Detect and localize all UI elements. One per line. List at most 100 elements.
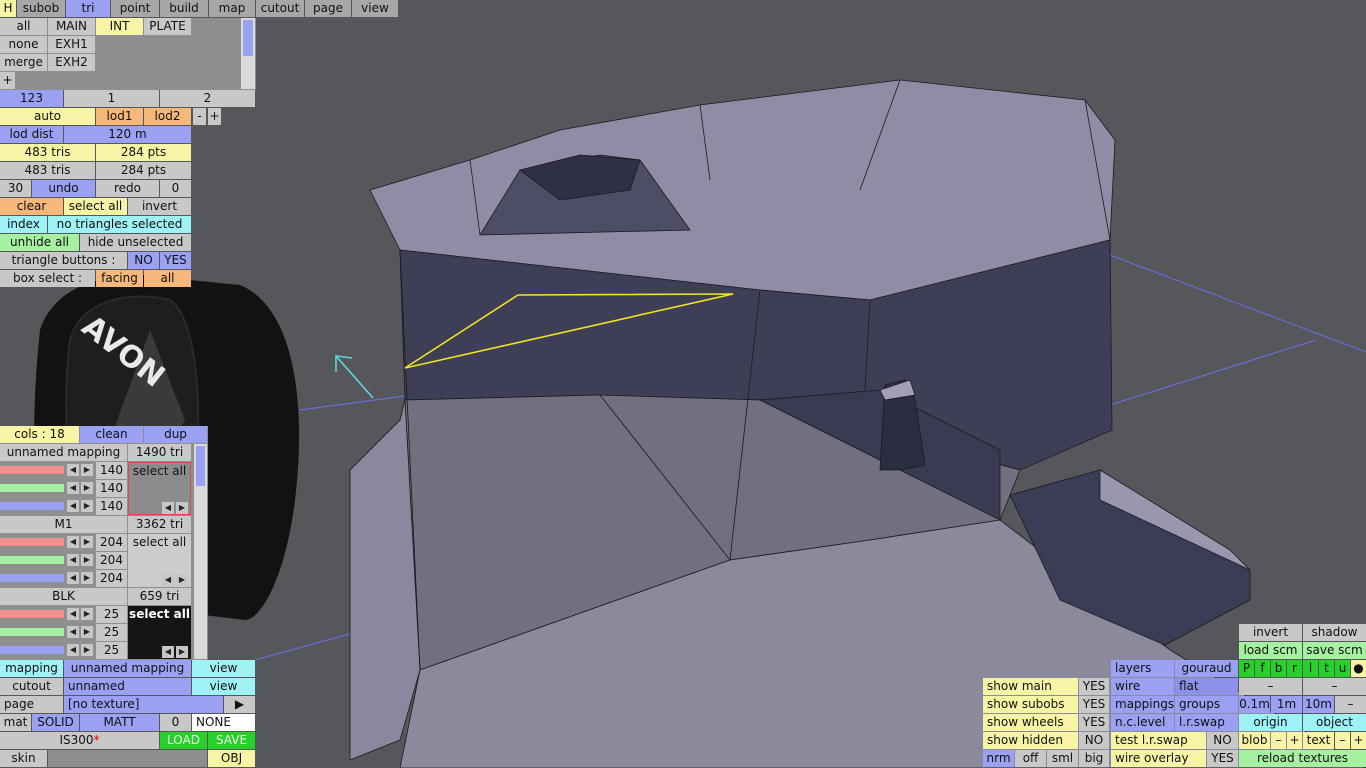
wire-button[interactable]: wire xyxy=(1111,678,1174,695)
save-scm-button[interactable]: save scm xyxy=(1303,642,1366,659)
test-lr-swap-label[interactable]: test l.r.swap xyxy=(1111,732,1206,749)
show-wheels-label[interactable]: show wheels xyxy=(983,714,1078,731)
material-name[interactable]: M1 xyxy=(0,516,127,533)
arrow-left-icon[interactable]: ◀ xyxy=(162,574,174,586)
subob-empty[interactable] xyxy=(48,72,95,89)
undo-button[interactable]: undo xyxy=(32,180,95,197)
subob-empty[interactable] xyxy=(144,72,191,89)
menu-build[interactable]: build xyxy=(160,0,208,17)
show-main-label[interactable]: show main xyxy=(983,678,1078,695)
red-slider[interactable] xyxy=(0,466,64,474)
show-wheels-toggle[interactable]: YES xyxy=(1079,714,1109,731)
cutout-value[interactable]: unnamed xyxy=(64,678,191,695)
view-right[interactable]: r xyxy=(1287,660,1302,677)
view-top[interactable]: t xyxy=(1319,660,1334,677)
matt-button[interactable]: MATT xyxy=(80,714,159,731)
text-button[interactable]: text xyxy=(1303,732,1334,749)
view-back[interactable]: b xyxy=(1271,660,1286,677)
view-perspective[interactable]: P xyxy=(1239,660,1254,677)
lod-minus-button[interactable]: - xyxy=(193,108,206,125)
subob-merge-button[interactable]: merge xyxy=(0,54,47,71)
subob-empty[interactable] xyxy=(16,72,47,89)
view-dot-icon[interactable]: ● xyxy=(1351,660,1366,677)
subob-plate[interactable]: PLATE xyxy=(144,18,191,35)
grid-minus[interactable]: – xyxy=(1335,696,1366,713)
show-hidden-toggle[interactable]: NO xyxy=(1079,732,1109,749)
subob-empty[interactable] xyxy=(144,54,191,71)
triangle-buttons-no[interactable]: NO xyxy=(128,252,159,269)
arrow-left-icon[interactable]: ◀ xyxy=(67,500,79,512)
text-minus[interactable]: – xyxy=(1335,732,1350,749)
lod-plus-button[interactable]: + xyxy=(208,108,221,125)
arrow-right-icon[interactable]: ▶ xyxy=(176,646,188,658)
invert-selection-button[interactable]: invert xyxy=(128,198,191,215)
index-button[interactable]: index xyxy=(0,216,47,233)
grid-10m[interactable]: 10m xyxy=(1303,696,1334,713)
subob-empty[interactable] xyxy=(192,54,239,71)
lod-tab-1[interactable]: 1 xyxy=(64,90,159,107)
lod2-button[interactable]: lod2 xyxy=(144,108,191,125)
menu-cutout[interactable]: cutout xyxy=(256,0,304,17)
menu-page[interactable]: page xyxy=(305,0,351,17)
normal-size-off[interactable]: off xyxy=(1015,750,1046,767)
dup-button[interactable]: dup xyxy=(144,426,207,443)
arrow-right-icon[interactable]: ▶ xyxy=(81,608,93,620)
arrow-left-icon[interactable]: ◀ xyxy=(67,482,79,494)
view-under[interactable]: u xyxy=(1335,660,1350,677)
normal-size-sml[interactable]: sml xyxy=(1047,750,1078,767)
arrow-left-icon[interactable]: ◀ xyxy=(67,554,79,566)
arrow-left-icon[interactable]: ◀ xyxy=(162,502,174,514)
layers-button[interactable]: layers xyxy=(1111,660,1174,677)
grid-1m[interactable]: 1m xyxy=(1271,696,1302,713)
menu-help[interactable]: H xyxy=(0,0,16,17)
arrow-left-icon[interactable]: ◀ xyxy=(67,644,79,656)
arrow-right-icon[interactable]: ▶ xyxy=(81,572,93,584)
grid-0-1m[interactable]: 0.1m xyxy=(1239,696,1270,713)
redo-button[interactable]: redo xyxy=(96,180,159,197)
blue-slider[interactable] xyxy=(0,502,64,510)
mappings-button[interactable]: mappings xyxy=(1111,696,1174,713)
material-name[interactable]: unnamed mapping xyxy=(0,444,127,461)
subob-int[interactable]: INT xyxy=(96,18,143,35)
subob-none-button[interactable]: none xyxy=(0,36,47,53)
reload-textures-button[interactable]: reload textures xyxy=(1239,750,1366,767)
clear-selection-button[interactable]: clear xyxy=(0,198,63,215)
wire-overlay-label[interactable]: wire overlay xyxy=(1111,750,1206,767)
subob-all-button[interactable]: all xyxy=(0,18,47,35)
arrow-right-icon[interactable]: ▶ xyxy=(176,574,188,586)
subob-scrollbar-thumb[interactable] xyxy=(243,20,253,56)
subob-empty[interactable] xyxy=(192,72,239,89)
box-select-all[interactable]: all xyxy=(144,270,191,287)
subob-empty[interactable] xyxy=(96,54,143,71)
red-slider[interactable] xyxy=(0,538,64,546)
blue-slider[interactable] xyxy=(0,646,64,654)
dash-button[interactable]: – xyxy=(1303,678,1366,695)
green-slider[interactable] xyxy=(0,484,64,492)
arrow-left-icon[interactable]: ◀ xyxy=(67,572,79,584)
subob-empty[interactable] xyxy=(192,18,239,35)
flat-button[interactable]: flat xyxy=(1175,678,1238,695)
menu-subob[interactable]: subob xyxy=(17,0,65,17)
skin-value[interactable] xyxy=(48,750,207,767)
arrow-right-icon[interactable]: ▶ xyxy=(81,464,93,476)
view-front[interactable]: f xyxy=(1255,660,1270,677)
hide-unselected-button[interactable]: hide unselected xyxy=(80,234,191,251)
blob-plus[interactable]: + xyxy=(1287,732,1302,749)
triangle-buttons-yes[interactable]: YES xyxy=(160,252,191,269)
show-subobs-label[interactable]: show subobs xyxy=(983,696,1078,713)
nc-level-button[interactable]: n.c.level xyxy=(1111,714,1174,731)
mat-none-value[interactable]: NONE xyxy=(192,714,255,731)
blue-slider[interactable] xyxy=(0,574,64,582)
cutout-view-button[interactable]: view xyxy=(192,678,255,695)
subob-exh1[interactable]: EXH1 xyxy=(48,36,95,53)
clean-button[interactable]: clean xyxy=(80,426,143,443)
invert-view-button[interactable]: invert xyxy=(1239,624,1302,641)
menu-point[interactable]: point xyxy=(111,0,159,17)
menu-map[interactable]: map xyxy=(209,0,255,17)
text-plus[interactable]: + xyxy=(1351,732,1366,749)
select-all-button[interactable]: select all xyxy=(64,198,127,215)
gouraud-button[interactable]: gouraud xyxy=(1175,660,1238,677)
lr-swap-button[interactable]: l.r.swap xyxy=(1175,714,1238,731)
lod-tab-123[interactable]: 123 xyxy=(0,90,63,107)
menu-tri[interactable]: tri xyxy=(66,0,110,17)
